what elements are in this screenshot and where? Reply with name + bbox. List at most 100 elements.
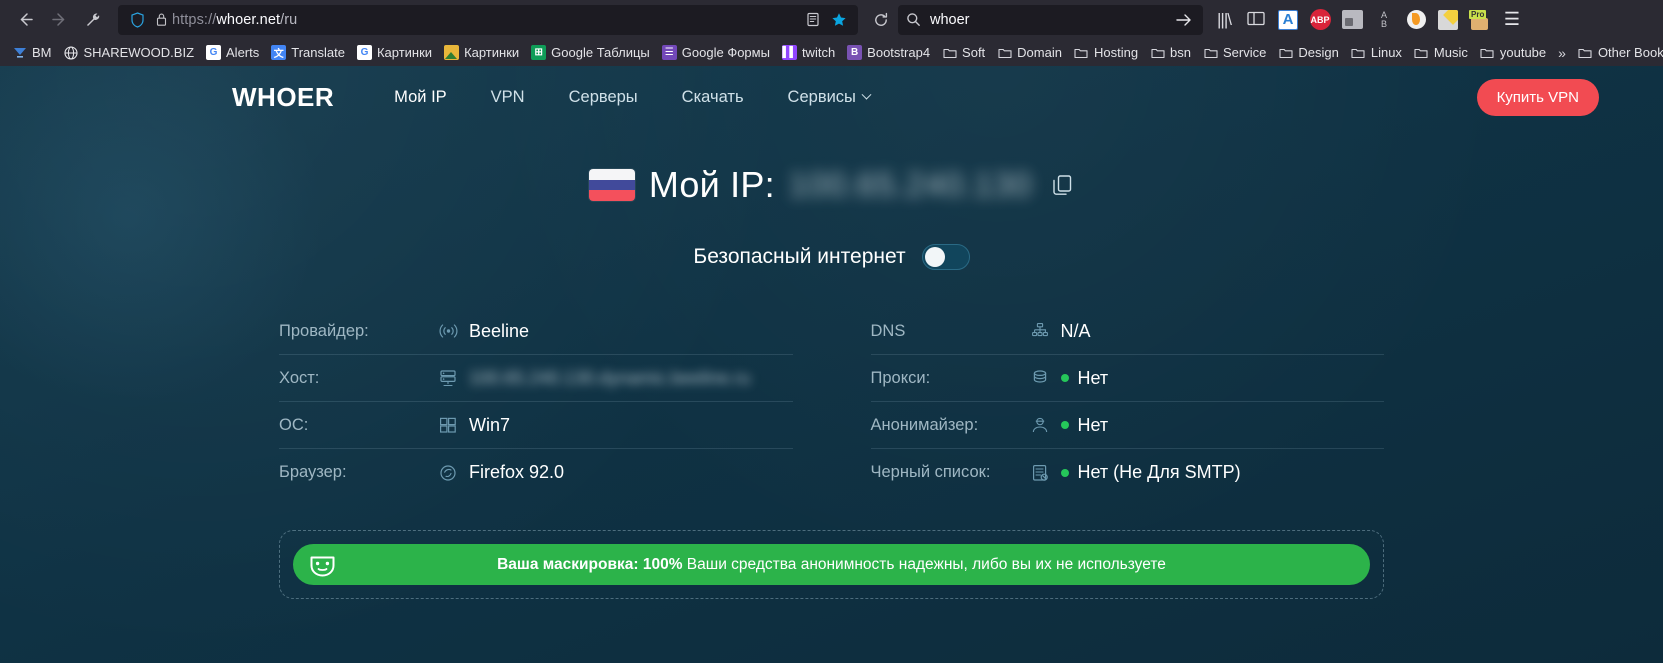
bookmark-folder[interactable]: Music: [1408, 43, 1474, 62]
whoer-page: WHOER Мой IP VPN Серверы Скачать Сервисы…: [0, 66, 1663, 663]
pro-extension-button[interactable]: Pro: [1465, 6, 1495, 34]
image-extension-button[interactable]: [1337, 6, 1367, 34]
forward-arrow-icon: [51, 11, 68, 28]
folder-icon: [997, 45, 1012, 60]
blacklist-icon: [1031, 464, 1061, 482]
picture-icon: [444, 45, 460, 60]
bootstrap-icon: B: [847, 45, 863, 60]
network-tree-icon: [1031, 322, 1061, 340]
bookmark-folder[interactable]: Hosting: [1068, 43, 1144, 62]
info-value-text: Нет (Не Для SMTP): [1077, 462, 1241, 482]
info-row-anonymizer: Анонимайзер: Нет: [870, 402, 1384, 449]
folder-icon: [1074, 45, 1089, 60]
address-bar[interactable]: https://whoer.net/ru: [118, 4, 858, 35]
bookmark-label: Design: [1298, 45, 1339, 60]
chevron-down-icon: [861, 89, 872, 100]
info-value: Нет: [1060, 368, 1108, 389]
nav-item-my-ip[interactable]: Мой IP: [372, 88, 469, 107]
lock-icon[interactable]: [150, 12, 172, 27]
chevron-double-right-icon[interactable]: »: [1552, 45, 1572, 61]
info-value: Beeline: [469, 320, 530, 341]
star-icon[interactable]: [826, 12, 852, 28]
bookmark-label: Service: [1223, 45, 1267, 60]
info-row-proxy: Прокси: Нет: [870, 355, 1384, 402]
ab-translate-extension-button[interactable]: AB: [1369, 6, 1399, 34]
bookmark-label: twitch: [801, 45, 836, 60]
russia-flag-icon: [588, 169, 635, 201]
extensions-toolbar: |||\ A ABP AB Pro ☰: [1209, 6, 1527, 34]
info-row-host: Хост: 100.65.240.130.dynamic.beeline.ru: [279, 355, 793, 402]
bookmark-item[interactable]: SHAREWOOD.BIZ: [58, 43, 201, 62]
bookmark-item[interactable]: Картинки: [438, 43, 525, 62]
info-key: Хост:: [279, 368, 320, 387]
bookmark-folder[interactable]: Domain: [991, 43, 1068, 62]
nav-item-services[interactable]: Сервисы: [766, 88, 892, 107]
nav-label: Серверы: [568, 87, 638, 106]
library-button[interactable]: |||\: [1209, 6, 1239, 34]
google-forms-icon: ☰: [661, 45, 677, 60]
bookmark-item[interactable]: ▌▌ twitch: [776, 43, 841, 62]
adblock-plus-button[interactable]: ABP: [1305, 6, 1335, 34]
dictionary-extension-button[interactable]: A: [1273, 6, 1303, 34]
folder-icon: [1351, 45, 1366, 60]
bookmark-folder[interactable]: Linux: [1345, 43, 1408, 62]
bookmark-folder[interactable]: Design: [1272, 43, 1344, 62]
back-button[interactable]: [8, 5, 42, 35]
reader-view-icon[interactable]: [800, 12, 826, 27]
bookmark-item[interactable]: B Bootstrap4: [841, 43, 936, 62]
copy-icon[interactable]: [1050, 172, 1074, 198]
nav-item-download[interactable]: Скачать: [660, 88, 766, 107]
browser-menu-button[interactable]: ☰: [1497, 6, 1527, 34]
search-icon: [906, 12, 930, 27]
info-column-left: Провайдер: Beeline Хост: 100.65.240.130.…: [279, 308, 793, 496]
forward-button[interactable]: [42, 5, 76, 35]
bookmark-item[interactable]: G Alerts: [200, 43, 265, 62]
google-sheets-icon: ⊞: [531, 45, 547, 60]
folder-icon: [1150, 45, 1165, 60]
search-bar[interactable]: whoer: [898, 4, 1203, 35]
nav-item-vpn[interactable]: VPN: [469, 88, 547, 107]
browser-navigation-bar: https://whoer.net/ru whoer |||\ A ABP A …: [0, 0, 1663, 39]
bookmark-item[interactable]: ☰ Google Формы: [656, 43, 776, 62]
secure-internet-row: Безопасный интернет: [0, 244, 1663, 270]
search-input[interactable]: whoer: [930, 12, 1173, 28]
bookmark-item[interactable]: G Картинки: [351, 43, 438, 62]
windows-icon: [439, 416, 469, 434]
shield-icon[interactable]: [124, 11, 150, 28]
info-value: N/A: [1060, 320, 1091, 341]
yellow-extension-button[interactable]: [1433, 6, 1463, 34]
buy-vpn-button[interactable]: Купить VPN: [1476, 78, 1599, 116]
whoer-logo[interactable]: WHOER: [232, 82, 334, 113]
bookmark-label: bsn: [1170, 45, 1192, 60]
anonymous-user-icon: [1031, 416, 1061, 434]
adblock-plus-icon: ABP: [1309, 9, 1331, 30]
bookmark-folder[interactable]: youtube: [1474, 43, 1552, 62]
bookmark-item[interactable]: ⊞ Google Таблицы: [525, 43, 656, 62]
bookmark-folder[interactable]: bsn: [1144, 43, 1197, 62]
nav-item-servers[interactable]: Серверы: [547, 88, 660, 107]
site-header: WHOER Мой IP VPN Серверы Скачать Сервисы…: [0, 66, 1663, 128]
secure-internet-toggle[interactable]: [921, 244, 970, 270]
bookmark-folder[interactable]: Service: [1197, 43, 1272, 62]
bookmark-item[interactable]: 文 Translate: [265, 43, 351, 62]
info-key: DNS: [870, 321, 906, 340]
folder-icon: [1278, 45, 1293, 60]
info-value: 100.65.240.130.dynamic.beeline.ru: [469, 367, 751, 388]
reload-button[interactable]: [864, 5, 898, 35]
dictionary-extension-icon: A: [1278, 9, 1298, 30]
drop-extension-button[interactable]: [1401, 6, 1431, 34]
arrow-right-icon[interactable]: [1173, 13, 1195, 27]
tools-button[interactable]: [76, 5, 110, 35]
nav-label: Сервисы: [787, 87, 856, 106]
other-bookmarks-folder[interactable]: Other Bookmark: [1572, 43, 1663, 62]
bookmark-item[interactable]: BM: [6, 43, 58, 62]
info-value: Нет: [1060, 415, 1108, 436]
bm-icon: [12, 45, 27, 60]
bookmark-folder[interactable]: Soft: [936, 43, 991, 62]
folder-icon: [942, 45, 957, 60]
drop-extension-icon: [1406, 10, 1426, 29]
status-dot: [1060, 421, 1069, 429]
bookmark-label: Hosting: [1093, 45, 1139, 60]
sidebar-button[interactable]: [1241, 6, 1271, 34]
image-extension-icon: [1341, 10, 1363, 29]
